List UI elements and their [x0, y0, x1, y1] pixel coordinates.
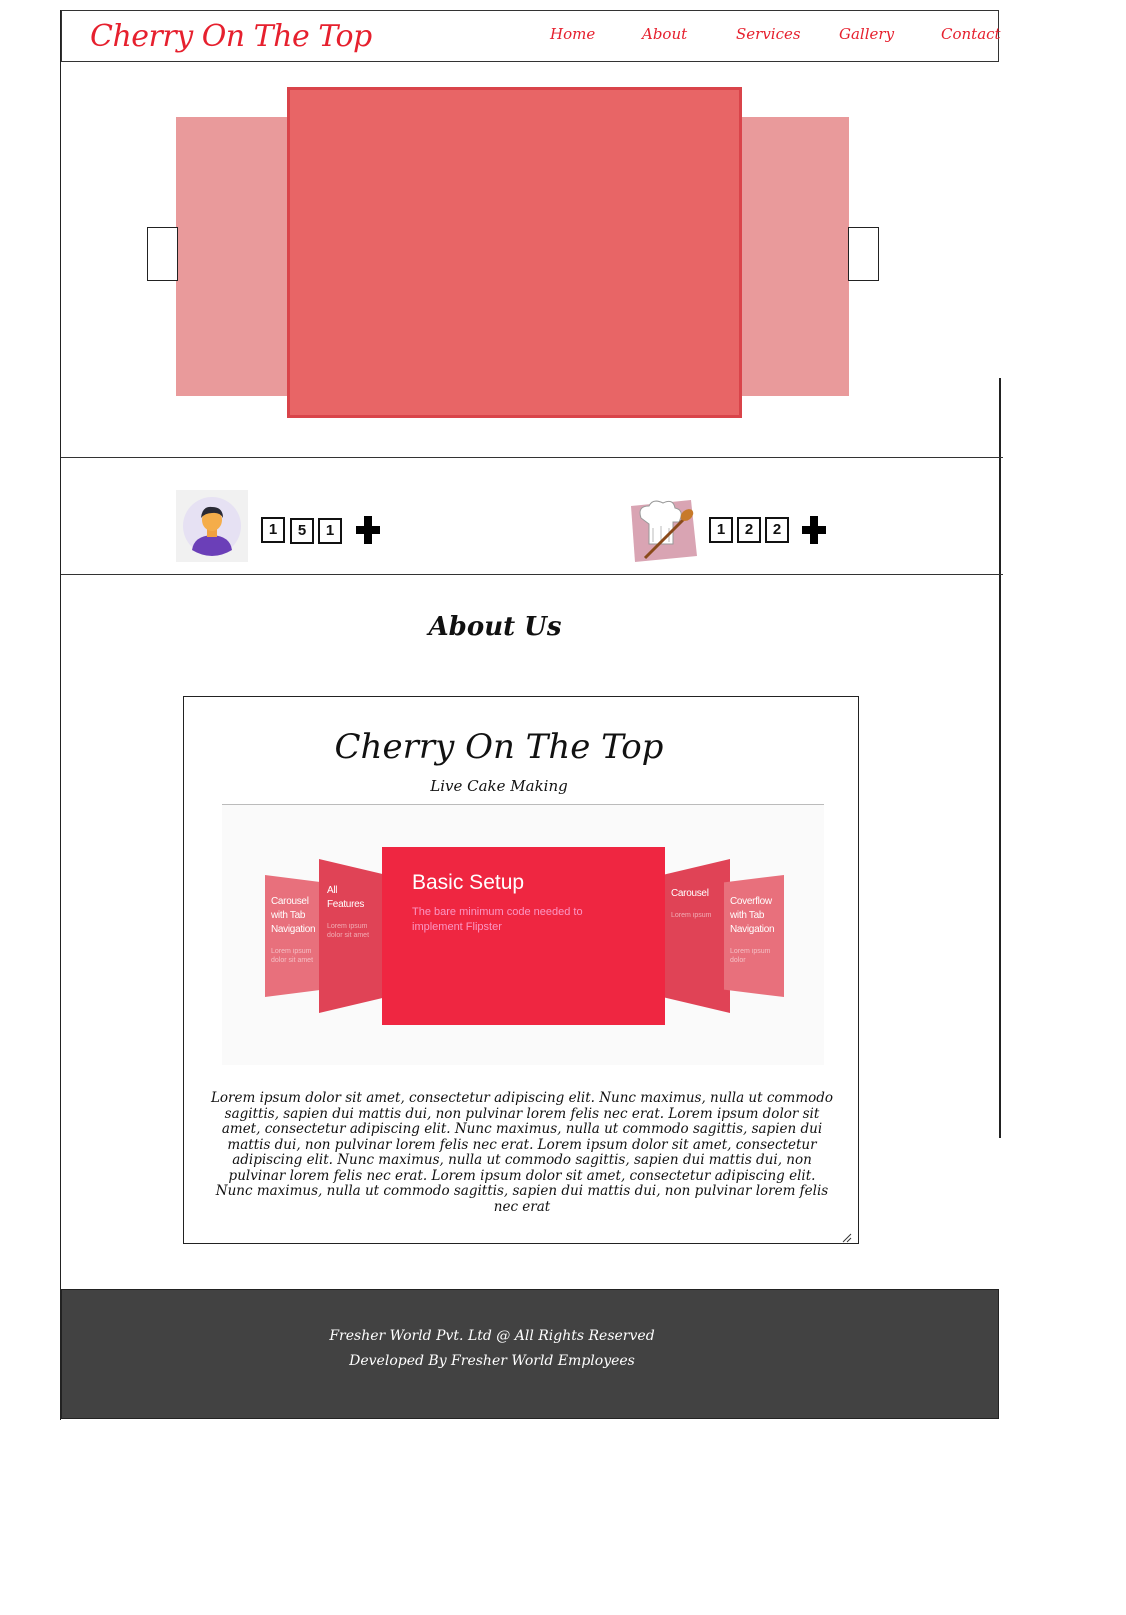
plus-icon[interactable] — [356, 516, 380, 544]
carousel-slide-left[interactable] — [176, 117, 291, 396]
resize-handle-icon[interactable] — [842, 1228, 852, 1243]
site-footer: Fresher World Pvt. Ltd @ All Rights Rese… — [61, 1289, 999, 1419]
footer-copyright: Fresher World Pvt. Ltd @ All Rights Rese… — [329, 1328, 655, 1344]
hero-carousel — [61, 62, 1001, 457]
counter-1-digit-2: 5 — [290, 518, 314, 544]
nav-about[interactable]: About — [642, 25, 687, 43]
counter-2-digit-3: 2 — [765, 517, 789, 543]
counter-1-digit-3: 1 — [318, 518, 342, 544]
carousel-prev-button[interactable] — [147, 227, 178, 281]
footer-credits: Developed By Fresher World Employees — [349, 1353, 635, 1369]
plus-icon[interactable] — [802, 516, 826, 544]
carousel-slide-right[interactable] — [739, 117, 849, 396]
counter-strip: 1 5 1 1 2 2 — [61, 457, 1003, 575]
nav-gallery[interactable]: Gallery — [839, 25, 894, 43]
nav-services[interactable]: Services — [736, 25, 801, 43]
about-heading: About Us — [428, 612, 562, 642]
carousel-next-button[interactable] — [848, 227, 879, 281]
site-header: Cherry On The Top Home About Services Ga… — [61, 10, 1001, 62]
counter-2-digit-2: 2 — [737, 517, 761, 543]
flipster-card-right-near: Carousel Lorem ipsum — [665, 859, 730, 1013]
counter-2-digit-1: 1 — [709, 517, 733, 543]
about-description: Lorem ipsum dolor sit amet, consectetur … — [210, 1090, 834, 1215]
flipster-card-left-near: All Features Lorem ipsum dolor sit amet — [319, 859, 384, 1013]
flipster-image: Carousel with Tab Navigation Lorem ipsum… — [222, 805, 824, 1065]
user-avatar-icon — [176, 490, 248, 562]
flipster-card-active: Basic Setup The bare minimum code needed… — [382, 847, 665, 1025]
nav-home[interactable]: Home — [550, 25, 595, 43]
brand-logo[interactable]: Cherry On The Top — [90, 19, 372, 54]
about-brand-title: Cherry On The Top — [334, 727, 664, 767]
flipster-card-right-far: Coverflow with Tab Navigation Lorem ipsu… — [724, 875, 784, 997]
counter-1-digit-1: 1 — [261, 517, 285, 543]
flipster-card-left-far: Carousel with Tab Navigation Lorem ipsum… — [265, 875, 323, 997]
about-panel[interactable]: Cherry On The Top Live Cake Making Carou… — [183, 696, 859, 1244]
about-subtitle: Live Cake Making — [430, 777, 568, 795]
carousel-slide-active[interactable] — [287, 87, 742, 418]
nav-contact[interactable]: Contact — [941, 25, 1001, 43]
chef-hat-spoon-icon — [627, 498, 699, 570]
